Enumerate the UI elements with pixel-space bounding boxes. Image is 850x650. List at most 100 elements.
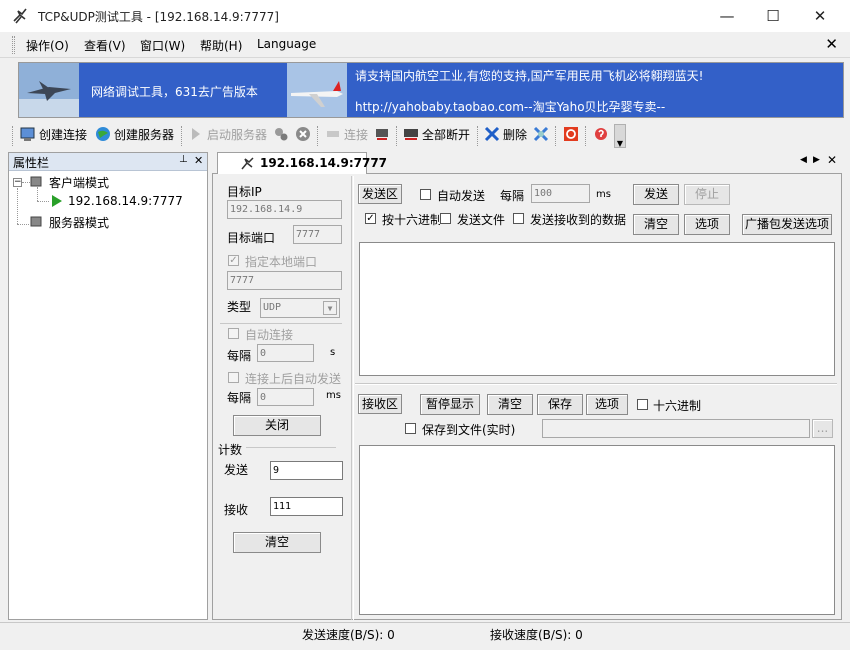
tree-server-mode[interactable]: 服务器模式 xyxy=(49,214,109,231)
power-button[interactable] xyxy=(563,126,582,146)
menu-operate[interactable]: 操作(O) xyxy=(26,37,69,54)
gears-icon xyxy=(275,128,288,141)
send-options-button[interactable]: 选项 xyxy=(684,214,730,235)
send-count-field[interactable]: 9 xyxy=(270,461,343,480)
new-connection-icon xyxy=(20,127,35,141)
stop-icon xyxy=(296,127,310,141)
send-received-checkbox[interactable] xyxy=(513,213,524,224)
app-window: TCP&UDP测试工具 - [192.168.14.9:7777] — ☐ ✕ … xyxy=(0,0,850,650)
disconnect-all-button[interactable]: 全部断开 xyxy=(403,126,470,146)
connect-label: 连接 xyxy=(344,128,369,142)
send-area-label[interactable]: 发送区 xyxy=(358,184,402,204)
auto-send-checkbox[interactable] xyxy=(228,372,239,383)
local-port-field[interactable]: 7777 xyxy=(227,271,342,290)
connect-button[interactable]: 连接 xyxy=(325,126,368,146)
ad-link[interactable]: http://yahobaby.taobao.com--淘宝Yaho贝比孕婴专卖… xyxy=(355,98,665,115)
tab-connection[interactable]: 192.168.14.9:7777 xyxy=(217,152,387,175)
recv-count-field[interactable]: 111 xyxy=(270,497,343,516)
hex-send-checkbox[interactable]: ✓ xyxy=(365,213,376,224)
type-label: 类型 xyxy=(227,300,252,314)
target-port-field[interactable]: 7777 xyxy=(293,225,342,244)
recv-count-label: 接收 xyxy=(224,503,249,517)
recv-textarea[interactable] xyxy=(359,445,835,615)
send-clear-button[interactable]: 清空 xyxy=(633,214,679,235)
toolbar-separator xyxy=(477,126,478,146)
interval1-field[interactable]: 0 xyxy=(257,344,314,362)
close-connection-button[interactable]: 关闭 xyxy=(233,415,321,436)
type-select[interactable]: UDP ▼ xyxy=(260,298,340,318)
menu-window[interactable]: 窗口(W) xyxy=(140,37,185,54)
fighter-jet-image xyxy=(19,63,79,117)
target-ip-field[interactable]: 192.168.14.9 xyxy=(227,200,342,219)
about-button[interactable] xyxy=(593,126,612,146)
pin-icon[interactable]: ⊥ xyxy=(179,154,188,165)
settings-button[interactable] xyxy=(533,126,552,146)
toolbar-separator xyxy=(585,126,586,146)
send-file-label: 发送文件 xyxy=(457,213,506,227)
tab-label: 192.168.14.9:7777 xyxy=(260,156,388,170)
menu-help[interactable]: 帮助(H) xyxy=(200,37,242,54)
create-server-label: 创建服务器 xyxy=(114,128,175,142)
close-doc-icon[interactable]: ✕ xyxy=(825,35,838,53)
start-server-button[interactable]: 启动服务器 xyxy=(188,126,267,146)
status-bar: 发送速度(B/S): 0 接收速度(B/S): 0 xyxy=(0,622,850,642)
create-server-button[interactable]: 创建服务器 xyxy=(95,126,174,146)
local-port-checkbox[interactable]: ✓ xyxy=(228,255,239,266)
tree-connection-item[interactable]: 192.168.14.9:7777 xyxy=(68,194,183,208)
tab-scroll-left-icon[interactable]: ◀ xyxy=(800,155,807,165)
tab-close-icon[interactable]: ✕ xyxy=(827,153,837,167)
menu-bar: 操作(O) 查看(V) 窗口(W) 帮助(H) Language ✕ xyxy=(0,32,850,58)
send-file-checkbox[interactable] xyxy=(440,213,451,224)
menu-language[interactable]: Language xyxy=(257,37,316,51)
ad-text: 网络调试工具，631去广告版本 xyxy=(91,85,258,99)
toolbar: 创建连接 创建服务器 启动服务器 连接 全部断开 删除 ▼ xyxy=(0,122,850,150)
tree-client-mode[interactable]: 客户端模式 xyxy=(49,174,109,191)
maximize-icon[interactable]: ☐ xyxy=(750,0,796,32)
recv-speed: 接收速度(B/S): 0 xyxy=(490,628,583,642)
interval1-unit: s xyxy=(330,347,336,358)
tab-scroll-right-icon[interactable]: ▶ xyxy=(813,155,820,165)
properties-button[interactable] xyxy=(273,126,292,146)
browse-button[interactable]: ... xyxy=(812,419,833,438)
create-connection-button[interactable]: 创建连接 xyxy=(20,126,87,146)
save-to-file-checkbox[interactable] xyxy=(405,423,416,434)
ad-banner[interactable]: 网络调试工具，631去广告版本 请支持国内航空工业,有您的支持,国产军用民用飞机… xyxy=(18,62,844,118)
disconnect-icon xyxy=(376,129,388,140)
recv-clear-button[interactable]: 清空 xyxy=(487,394,533,415)
recv-options-button[interactable]: 选项 xyxy=(586,394,628,415)
interval2-field[interactable]: 0 xyxy=(257,388,314,406)
pause-display-button[interactable]: 暂停显示 xyxy=(420,394,480,415)
help-icon xyxy=(595,128,607,140)
tree-line xyxy=(37,187,38,201)
delete-icon xyxy=(484,126,500,142)
delete-button[interactable]: 删除 xyxy=(484,126,527,146)
splitter[interactable] xyxy=(351,176,354,620)
broadcast-options-button[interactable]: 广播包发送选项 xyxy=(742,214,832,235)
stop-button[interactable] xyxy=(295,126,314,146)
recv-hex-checkbox[interactable] xyxy=(637,399,648,410)
recv-area-label[interactable]: 接收区 xyxy=(358,394,402,414)
send-textarea[interactable] xyxy=(359,242,835,376)
save-file-path-field[interactable] xyxy=(542,419,810,438)
minimize-icon[interactable]: — xyxy=(704,0,750,32)
start-server-icon xyxy=(192,128,200,140)
hex-send-label: 按十六进制 xyxy=(382,213,440,227)
stop-send-button[interactable]: 停止 xyxy=(684,184,730,205)
send-speed: 发送速度(B/S): 0 xyxy=(302,628,395,642)
send-button[interactable]: 发送 xyxy=(633,184,679,205)
collapse-icon[interactable]: − xyxy=(13,178,22,187)
send-interval-field[interactable]: 100 xyxy=(531,184,590,203)
panel-header: 属性栏 ⊥ ✕ xyxy=(9,153,207,171)
local-port-label: 指定本地端口 xyxy=(245,255,318,269)
globe-icon xyxy=(96,127,110,141)
auto-connect-checkbox[interactable] xyxy=(228,328,239,339)
recv-save-button[interactable]: 保存 xyxy=(537,394,583,415)
disconnect-button[interactable] xyxy=(374,126,393,146)
clear-count-button[interactable]: 清空 xyxy=(233,532,321,553)
menu-view[interactable]: 查看(V) xyxy=(84,37,126,54)
send-interval-label: 每隔 xyxy=(500,189,525,203)
close-window-icon[interactable]: ✕ xyxy=(797,0,843,32)
panel-close-icon[interactable]: ✕ xyxy=(194,154,203,167)
toolbar-overflow-icon[interactable]: ▼ xyxy=(614,124,626,148)
auto-send-area-checkbox[interactable] xyxy=(420,189,431,200)
